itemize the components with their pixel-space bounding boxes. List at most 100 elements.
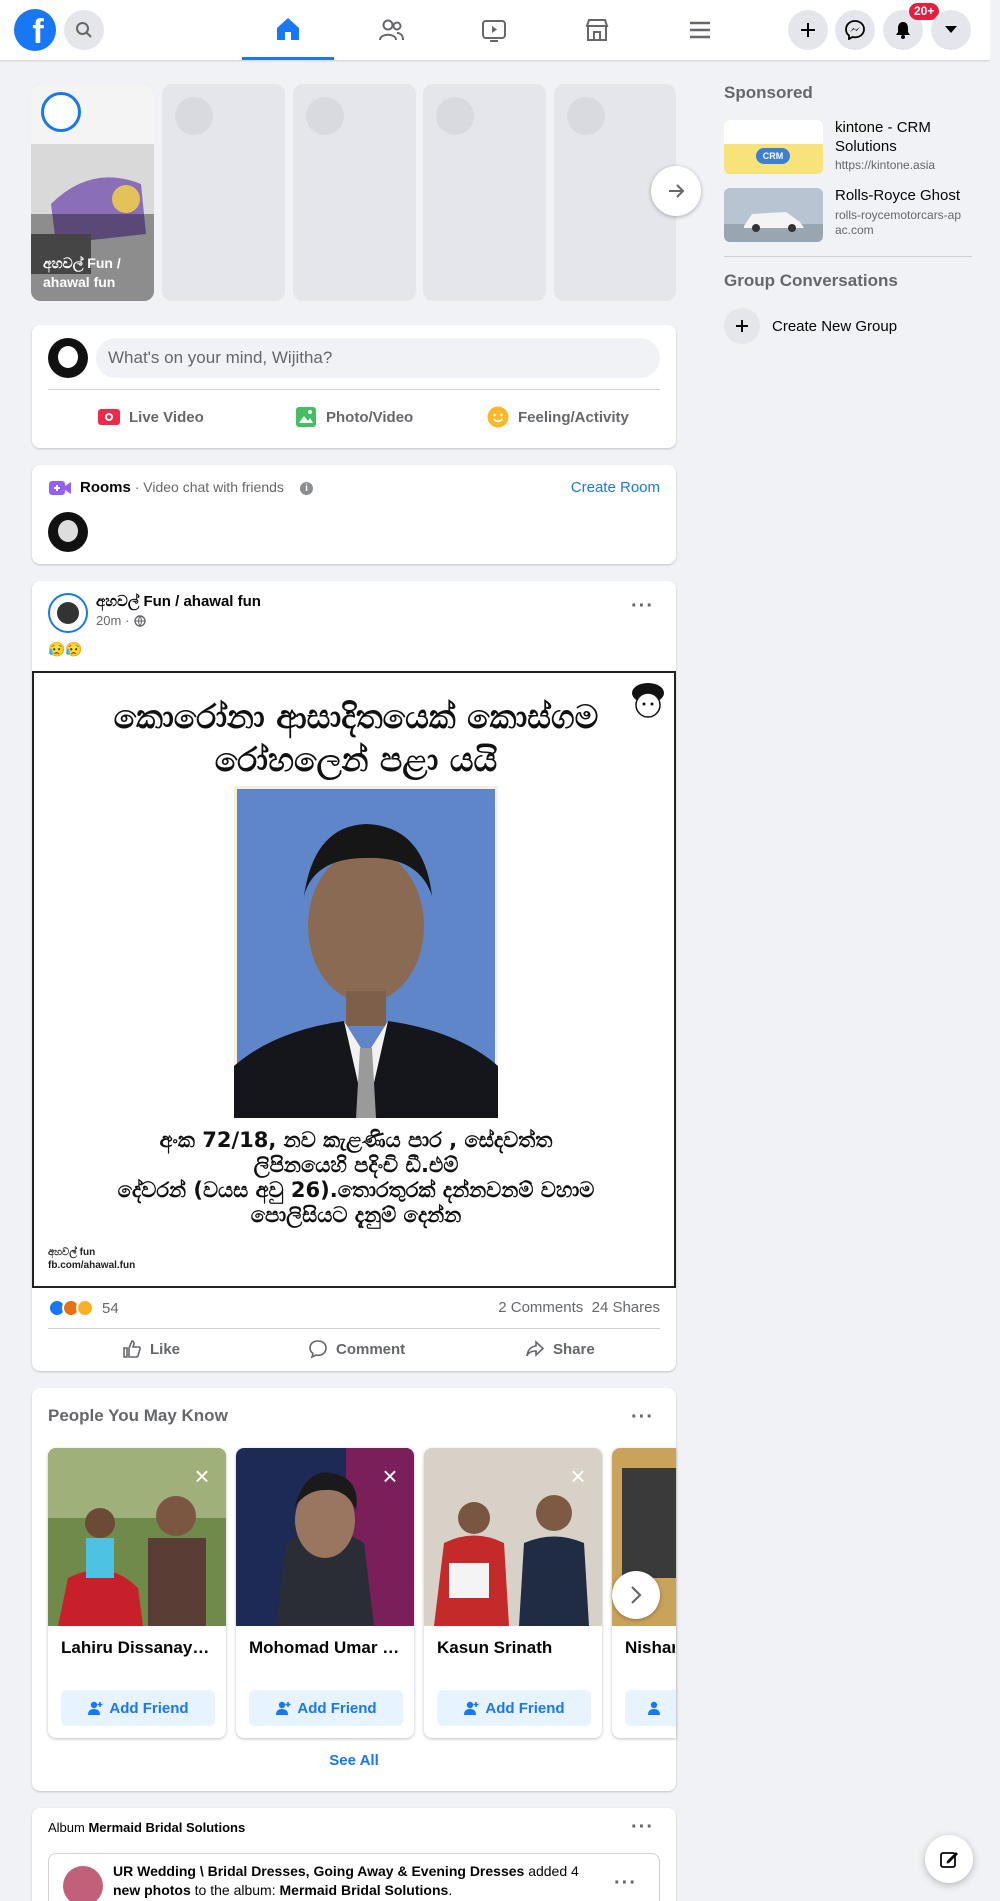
- dismiss-icon[interactable]: ×: [190, 1463, 214, 1489]
- album-new-photos[interactable]: new photos: [113, 1882, 191, 1898]
- stories-next-button[interactable]: [651, 166, 701, 216]
- create-new-group-button[interactable]: Create New Group: [724, 308, 897, 344]
- ad-thumbnail: CRM: [724, 120, 823, 174]
- post-divider: [48, 1328, 660, 1329]
- share-button[interactable]: Share: [525, 1339, 595, 1359]
- room-avatar[interactable]: [48, 512, 88, 552]
- album-target-name[interactable]: Mermaid Bridal Solutions: [280, 1882, 449, 1898]
- author-avatar[interactable]: [63, 1866, 103, 1901]
- add-friend-button[interactable]: Add Friend: [437, 1690, 591, 1726]
- rooms-header: Rooms · Video chat with friends: [80, 479, 284, 496]
- pymk-card[interactable]: × Kasun Srinath Add Friend: [424, 1448, 602, 1738]
- dismiss-icon[interactable]: ×: [378, 1463, 402, 1489]
- post-image[interactable]: කොරෝනා ආසාදිතයෙක් කොස්ගම රෝහලෙන් පළා යයි…: [32, 671, 676, 1288]
- portrait-photo: [234, 786, 498, 1118]
- tab-marketplace[interactable]: [551, 0, 643, 60]
- feeling-activity-button[interactable]: Feeling/Activity: [486, 405, 629, 429]
- pymk-options-button[interactable]: ···: [631, 1406, 654, 1429]
- live-video-icon: [98, 409, 120, 425]
- album-post-header: Album Mermaid Bridal Solutions: [48, 1820, 245, 1835]
- image-headline: කොරෝනා ආසාදිතයෙක් කොස්ගම රෝහලෙන් පළා යයි: [34, 695, 678, 781]
- post-options-button[interactable]: ···: [631, 595, 654, 618]
- post-author[interactable]: අහවල් Fun / ahawal fun: [96, 593, 261, 610]
- story-placeholder: [162, 84, 285, 301]
- create-group-icon-wrap: [724, 308, 760, 344]
- comment-icon: [309, 1340, 327, 1359]
- like-label: Like: [150, 1340, 181, 1358]
- messenger-icon: [845, 20, 865, 40]
- album-name-link[interactable]: Mermaid Bridal Solutions: [88, 1820, 245, 1835]
- story-card[interactable]: අහවල් Fun / ahawal fun: [31, 84, 154, 301]
- pymk-card[interactable]: × Mohomad Umar Khan Add Friend: [236, 1448, 414, 1738]
- ad-url: rolls-roycemotorcars-apac.com: [835, 208, 962, 237]
- add-friend-button[interactable]: Add Friend: [249, 1690, 403, 1726]
- pymk-name[interactable]: Kasun Srinath: [437, 1638, 589, 1658]
- rooms-title: Rooms: [80, 479, 131, 496]
- dismiss-icon[interactable]: ×: [566, 1463, 590, 1489]
- ad-thumbnail: [724, 188, 823, 242]
- image-body-line4: පොලිසියට දැනුම් දෙන්න: [250, 1203, 462, 1227]
- comment-button[interactable]: Comment: [308, 1339, 405, 1359]
- composer-input[interactable]: What's on your mind, Wijitha?: [96, 338, 660, 378]
- ad-url: https://kintone.asia: [835, 158, 936, 172]
- tab-home[interactable]: [242, 0, 334, 60]
- search-button[interactable]: [64, 10, 104, 50]
- tab-watch[interactable]: [448, 0, 540, 60]
- composer-divider: [48, 389, 660, 390]
- account-button[interactable]: [931, 10, 971, 50]
- chevron-down-icon: [945, 26, 957, 33]
- post-text: 😥😥: [48, 641, 83, 657]
- home-icon: [277, 17, 299, 40]
- see-all-link[interactable]: See All: [32, 1752, 676, 1769]
- live-video-label: Live Video: [129, 408, 204, 426]
- comments-count[interactable]: 2 Comments: [498, 1299, 583, 1316]
- story-caption-line2: ahawal fun: [43, 274, 116, 290]
- plus-icon: [736, 320, 748, 332]
- create-room-link[interactable]: Create Room: [571, 479, 660, 496]
- feed-post: අහවල් Fun / ahawal fun 20m · ··· 😥😥 කොරෝන…: [32, 581, 676, 1371]
- info-icon[interactable]: i: [300, 482, 313, 495]
- search-icon: [76, 22, 92, 38]
- story-avatar: [41, 92, 81, 132]
- pymk-name[interactable]: Nishan: [625, 1638, 675, 1658]
- post-time[interactable]: 20m: [96, 613, 121, 628]
- pymk-card[interactable]: × Lahiru Dissanayake Add Friend: [48, 1448, 226, 1738]
- page-scrollbar[interactable]: [990, 0, 1000, 1901]
- feeling-activity-label: Feeling/Activity: [518, 408, 629, 426]
- thumbs-up-icon: [123, 1340, 141, 1358]
- engagement-counts: 2 Comments 24 Shares: [498, 1299, 660, 1316]
- create-button[interactable]: [788, 10, 828, 50]
- live-video-button[interactable]: Live Video: [97, 407, 204, 427]
- user-avatar: [48, 338, 88, 378]
- shares-count[interactable]: 24 Shares: [592, 1299, 660, 1316]
- add-friend-button[interactable]: Add Friend: [61, 1690, 215, 1726]
- post-meta: 20m ·: [96, 613, 146, 628]
- image-headline-line2: රෝහලෙන් පළා යයි: [214, 740, 498, 779]
- photo-video-button[interactable]: Photo/Video: [294, 405, 413, 429]
- pymk-title: People You May Know: [48, 1406, 228, 1425]
- page-avatar[interactable]: [48, 593, 88, 633]
- sponsored-ad[interactable]: Rolls-Royce Ghost rolls-roycemotorcars-a…: [724, 186, 974, 242]
- story-caption-line1: අහවල් Fun /: [43, 255, 121, 271]
- pymk-next-button[interactable]: [612, 1571, 660, 1619]
- shared-album-options-button[interactable]: ···: [614, 1872, 637, 1895]
- tab-menu[interactable]: [654, 0, 746, 60]
- add-friend-icon: [648, 1701, 660, 1715]
- post-composer: What's on your mind, Wijitha? Live Video…: [32, 325, 676, 448]
- shared-album-card[interactable]: UR Wedding \ Bridal Dresses, Going Away …: [48, 1853, 660, 1901]
- facebook-logo[interactable]: f: [14, 9, 56, 51]
- messenger-button[interactable]: [835, 10, 875, 50]
- album-author[interactable]: UR Wedding \ Bridal Dresses, Going Away …: [113, 1863, 524, 1879]
- sponsored-ad[interactable]: CRM kintone - CRM Solutions https://kint…: [724, 118, 974, 174]
- new-message-button[interactable]: [925, 1835, 973, 1883]
- reaction-summary[interactable]: 54: [48, 1299, 119, 1317]
- page-logo-mascot: [632, 683, 664, 718]
- tab-friends[interactable]: [345, 0, 437, 60]
- pymk-name[interactable]: Lahiru Dissanayake: [61, 1638, 213, 1658]
- add-friend-icon: [276, 1701, 291, 1715]
- album-options-button[interactable]: ···: [631, 1816, 654, 1839]
- pymk-name[interactable]: Mohomad Umar Khan: [249, 1638, 401, 1658]
- add-friend-button[interactable]: [625, 1690, 676, 1726]
- like-button[interactable]: Like: [122, 1339, 180, 1359]
- add-friend-icon: [88, 1701, 103, 1715]
